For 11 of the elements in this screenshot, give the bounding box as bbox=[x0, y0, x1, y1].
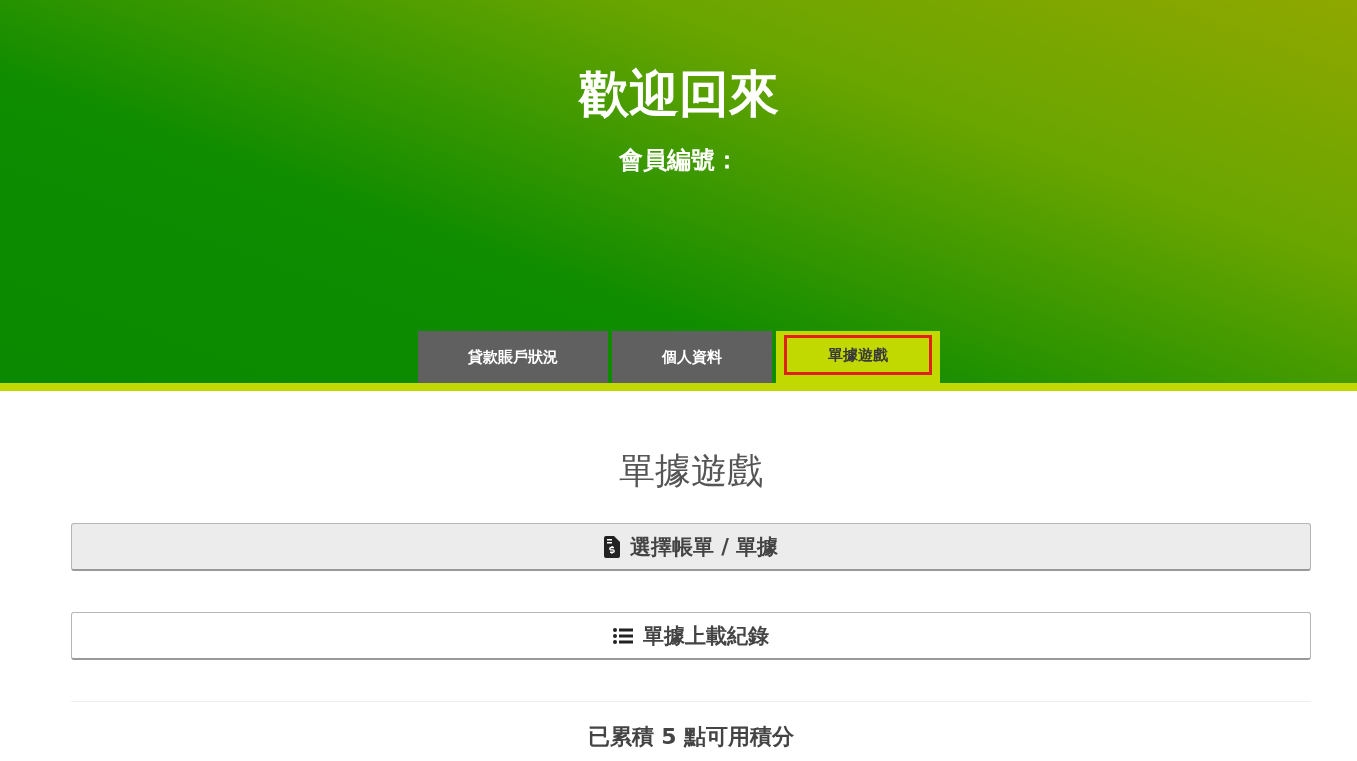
list-icon bbox=[613, 627, 633, 644]
upload-history-button[interactable]: 單據上載紀錄 bbox=[71, 612, 1311, 660]
section-title: 單據遊戲 bbox=[618, 449, 764, 493]
points-text: 已累積 5 點可用積分 bbox=[586, 723, 796, 751]
nav-tab[interactable]: 單據遊戲 bbox=[775, 331, 940, 383]
nav-tab[interactable]: 貸款賬戶狀況 bbox=[417, 331, 608, 383]
select-bill-button[interactable]: 選擇帳單 / 單據 bbox=[71, 523, 1311, 571]
bill-document-icon bbox=[603, 535, 620, 558]
nav-tab[interactable]: 個人資料 bbox=[611, 331, 772, 383]
member-number-label: 會員編號： bbox=[618, 145, 739, 176]
welcome-title: 歡迎回來 bbox=[578, 64, 779, 124]
